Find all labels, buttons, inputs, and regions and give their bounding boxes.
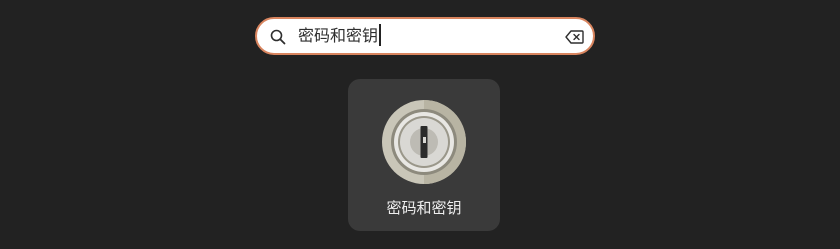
app-label: 密码和密钥 [386,199,462,217]
app-search-overview: 密码和密钥 密码和密钥 [0,0,840,249]
app-result-passwords-and-keys[interactable]: 密码和密钥 [348,79,500,231]
backspace-clear-icon[interactable] [565,30,584,44]
search-bar[interactable]: 密码和密钥 [255,17,595,55]
search-query-text: 密码和密钥 [298,26,379,45]
text-caret [379,24,382,46]
keyring-icon [382,100,466,184]
search-icon [270,29,286,45]
search-input[interactable]: 密码和密钥 [298,19,382,53]
